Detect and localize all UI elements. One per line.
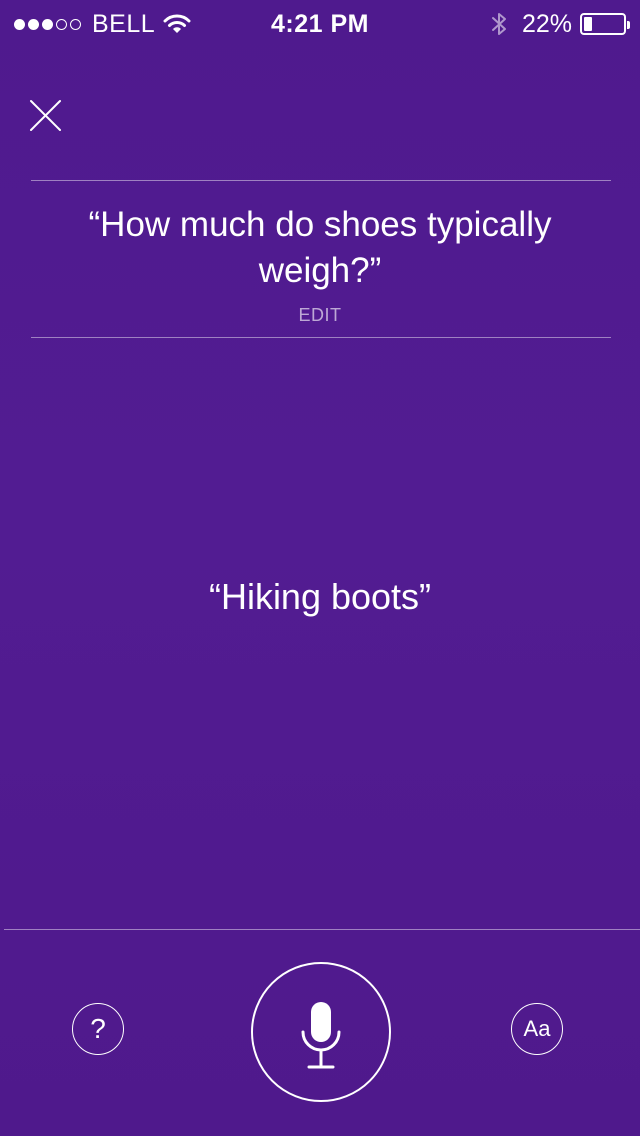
siri-screen: BELL 4:21 PM 22% “How much do shoes typi… xyxy=(0,0,640,1136)
divider xyxy=(31,337,611,338)
status-bar: BELL 4:21 PM 22% xyxy=(0,0,640,48)
edit-button[interactable]: EDIT xyxy=(0,305,640,326)
bluetooth-icon xyxy=(491,13,506,35)
response-text: “Hiking boots” xyxy=(208,576,432,617)
microphone-icon xyxy=(301,1002,341,1069)
microphone-button[interactable] xyxy=(251,962,391,1102)
status-right: 22% xyxy=(490,0,630,48)
battery-tip xyxy=(627,21,630,29)
divider xyxy=(31,180,611,181)
divider xyxy=(4,929,640,930)
query-text: “How much do shoes typically weigh?” xyxy=(88,205,552,290)
battery-icon xyxy=(580,13,630,35)
battery-level xyxy=(584,17,592,31)
close-icon[interactable] xyxy=(26,96,66,136)
text-input-button[interactable]: Aa xyxy=(511,1003,563,1055)
battery-percent: 22% xyxy=(521,10,572,38)
help-button[interactable]: ? xyxy=(72,1003,124,1055)
